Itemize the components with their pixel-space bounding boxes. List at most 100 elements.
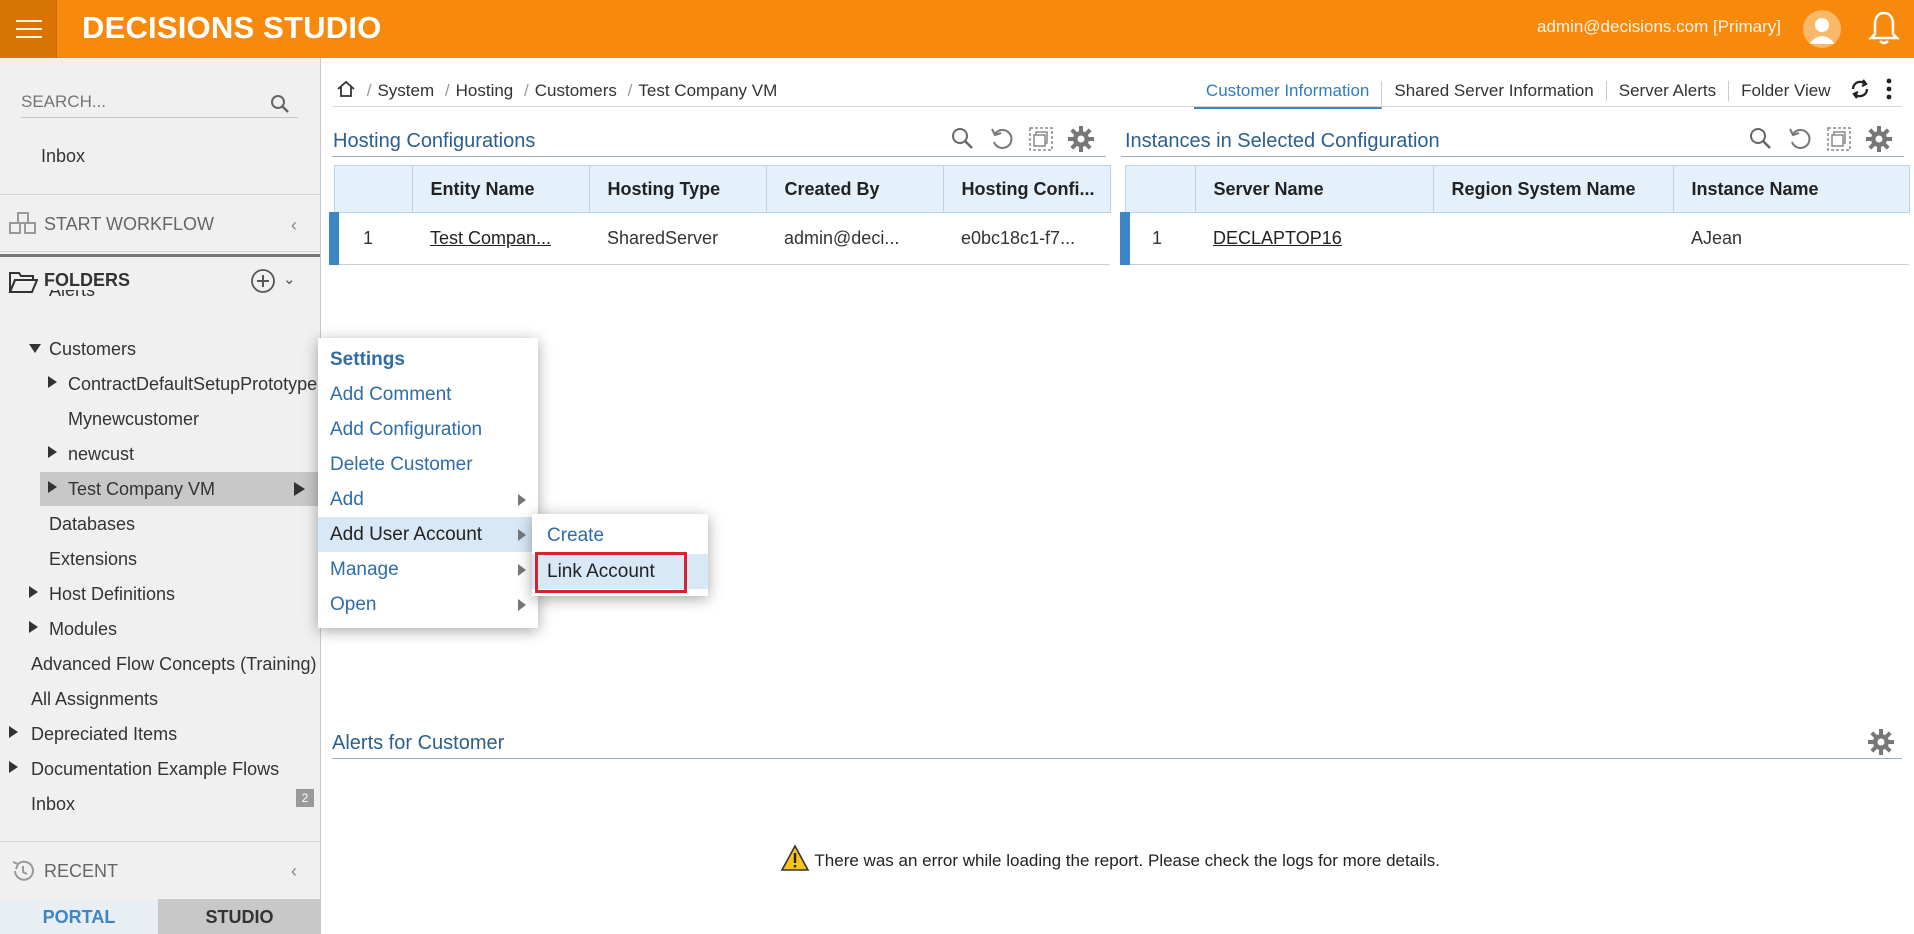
tree-item-alerts[interactable]: Alerts	[49, 290, 95, 312]
user-label[interactable]: admin@decisions.com [Primary]	[1537, 17, 1781, 37]
recent-label: RECENT	[44, 861, 119, 881]
menu-item-label: Add	[330, 489, 364, 510]
recent-section[interactable]: RECENT ‹	[0, 841, 320, 899]
tree-item-modules[interactable]: Modules	[0, 612, 320, 646]
sidebar-inbox[interactable]: Inbox	[41, 146, 85, 167]
expand-window-icon[interactable]	[1028, 126, 1054, 157]
menu-item-add-user-account[interactable]: Add User Account	[318, 517, 538, 552]
tab-portal[interactable]: PORTAL	[0, 899, 158, 934]
entity-link[interactable]: Test Compan...	[430, 228, 551, 248]
breadcrumb-item[interactable]: Customers	[535, 81, 617, 100]
column-header[interactable]: Hosting Type	[588, 165, 767, 213]
menu-item-add[interactable]: Add	[318, 482, 538, 517]
warning-icon	[780, 844, 814, 876]
more-vertical-icon[interactable]	[1886, 78, 1892, 105]
tree-item-contractdefault[interactable]: ContractDefaultSetupPrototype	[0, 367, 320, 401]
expand-icon[interactable]	[29, 621, 38, 633]
menu-item-manage[interactable]: Manage	[318, 552, 538, 587]
tree-item-databases[interactable]: Databases	[0, 507, 320, 541]
expand-icon[interactable]	[9, 726, 18, 738]
start-workflow-section[interactable]: START WORKFLOW ‹	[0, 194, 320, 252]
menu-item-label: Manage	[330, 559, 399, 580]
expand-icon[interactable]	[48, 481, 57, 493]
tree-item-mynewcustomer[interactable]: Mynewcustomer	[0, 402, 320, 436]
entity-name-cell[interactable]: Test Compan...	[412, 212, 589, 265]
row-number: 1	[1120, 212, 1195, 265]
tab-customer-information[interactable]: Customer Information	[1193, 80, 1383, 109]
created-by-cell: admin@deci...	[766, 212, 943, 265]
submenu-arrow-icon	[518, 564, 526, 576]
hosting-config-table: Entity Name Hosting Type Created By Host…	[329, 165, 1111, 265]
column-header[interactable]: Region System Name	[1432, 165, 1674, 213]
menu-item-delete-customer[interactable]: Delete Customer	[318, 447, 538, 482]
tab-studio[interactable]: STUDIO	[158, 899, 320, 934]
column-header[interactable]: Instance Name	[1672, 165, 1910, 213]
column-header[interactable]: Hosting Confi...	[942, 165, 1111, 213]
tree-item-extensions[interactable]: Extensions	[0, 542, 320, 576]
menu-item-open[interactable]: Open	[318, 587, 538, 622]
region-cell	[1433, 212, 1673, 265]
folder-open-icon	[8, 269, 39, 300]
tree-item-inbox[interactable]: Inbox	[0, 787, 320, 821]
context-arrow-icon[interactable]	[294, 482, 305, 496]
bell-icon[interactable]	[1867, 10, 1901, 46]
row-number: 1	[329, 212, 412, 265]
tree-item-customers[interactable]: Customers	[0, 332, 320, 366]
expand-icon[interactable]	[29, 586, 38, 598]
hosting-type-cell: SharedServer	[589, 212, 766, 265]
workflow-icon	[8, 211, 38, 242]
search-icon[interactable]	[1748, 126, 1772, 155]
search-input[interactable]	[21, 88, 261, 116]
tab-server-alerts[interactable]: Server Alerts	[1607, 80, 1730, 101]
tree-item-depreciated[interactable]: Depreciated Items	[0, 717, 320, 751]
gear-icon[interactable]	[1866, 126, 1892, 157]
search-icon[interactable]	[270, 94, 290, 119]
bottom-tabs: PORTAL STUDIO	[0, 899, 320, 934]
menu-item-add-comment[interactable]: Add Comment	[318, 377, 538, 412]
breadcrumb-item[interactable]: Hosting	[456, 81, 514, 100]
expand-icon[interactable]	[48, 446, 57, 458]
gear-icon[interactable]	[1068, 126, 1094, 157]
sidebar-search	[21, 88, 298, 118]
error-message: There was an error while loading the rep…	[780, 838, 1440, 871]
chevron-left-icon[interactable]: ‹	[291, 215, 297, 236]
chevron-down-icon[interactable]: ⌄	[283, 270, 296, 288]
tab-shared-server-information[interactable]: Shared Server Information	[1382, 80, 1607, 101]
avatar[interactable]	[1803, 10, 1841, 48]
expand-icon[interactable]	[9, 761, 18, 773]
table-row[interactable]: 1 DECLAPTOP16 AJean	[1120, 212, 1909, 265]
expand-icon[interactable]	[48, 376, 57, 388]
search-icon[interactable]	[950, 126, 974, 155]
submenu-item-create[interactable]: Create	[532, 518, 708, 553]
start-workflow-label: START WORKFLOW	[44, 214, 215, 234]
refresh-icon[interactable]	[1787, 126, 1813, 157]
server-name-cell[interactable]: DECLAPTOP16	[1195, 212, 1433, 265]
gear-icon[interactable]	[1868, 729, 1894, 760]
tree-item-test-company-vm[interactable]: Test Company VM	[40, 472, 320, 506]
expand-window-icon[interactable]	[1826, 126, 1852, 157]
refresh-icon[interactable]	[1849, 78, 1871, 105]
history-icon	[10, 858, 36, 889]
column-header[interactable]: Entity Name	[411, 165, 590, 213]
expand-icon[interactable]	[29, 344, 41, 353]
home-icon[interactable]	[336, 80, 361, 102]
tree-item-host-definitions[interactable]: Host Definitions	[0, 577, 320, 611]
breadcrumb-item[interactable]: System	[377, 81, 434, 100]
column-header[interactable]: Created By	[765, 165, 944, 213]
tree-item-advanced-flow[interactable]: Advanced Flow Concepts (Training)	[0, 647, 320, 681]
tree-item-all-assignments[interactable]: All Assignments	[0, 682, 320, 716]
menu-icon[interactable]	[0, 0, 57, 58]
menu-item-add-configuration[interactable]: Add Configuration	[318, 412, 538, 447]
chevron-left-icon[interactable]: ‹	[291, 861, 297, 882]
tree-item-documentation[interactable]: Documentation Example Flows	[0, 752, 320, 786]
context-menu: Settings Add Comment Add Configuration D…	[318, 338, 538, 628]
table-row[interactable]: 1 Test Compan... SharedServer admin@deci…	[329, 212, 1110, 265]
refresh-icon[interactable]	[989, 126, 1015, 157]
menu-item-settings[interactable]: Settings	[318, 342, 538, 377]
tab-folder-view[interactable]: Folder View	[1729, 81, 1842, 101]
breadcrumb-item[interactable]: Test Company VM	[638, 81, 777, 100]
server-link[interactable]: DECLAPTOP16	[1213, 228, 1342, 248]
tree-item-newcust[interactable]: newcust	[0, 437, 320, 471]
column-header[interactable]: Server Name	[1194, 165, 1434, 213]
add-folder-icon[interactable]	[250, 268, 276, 299]
